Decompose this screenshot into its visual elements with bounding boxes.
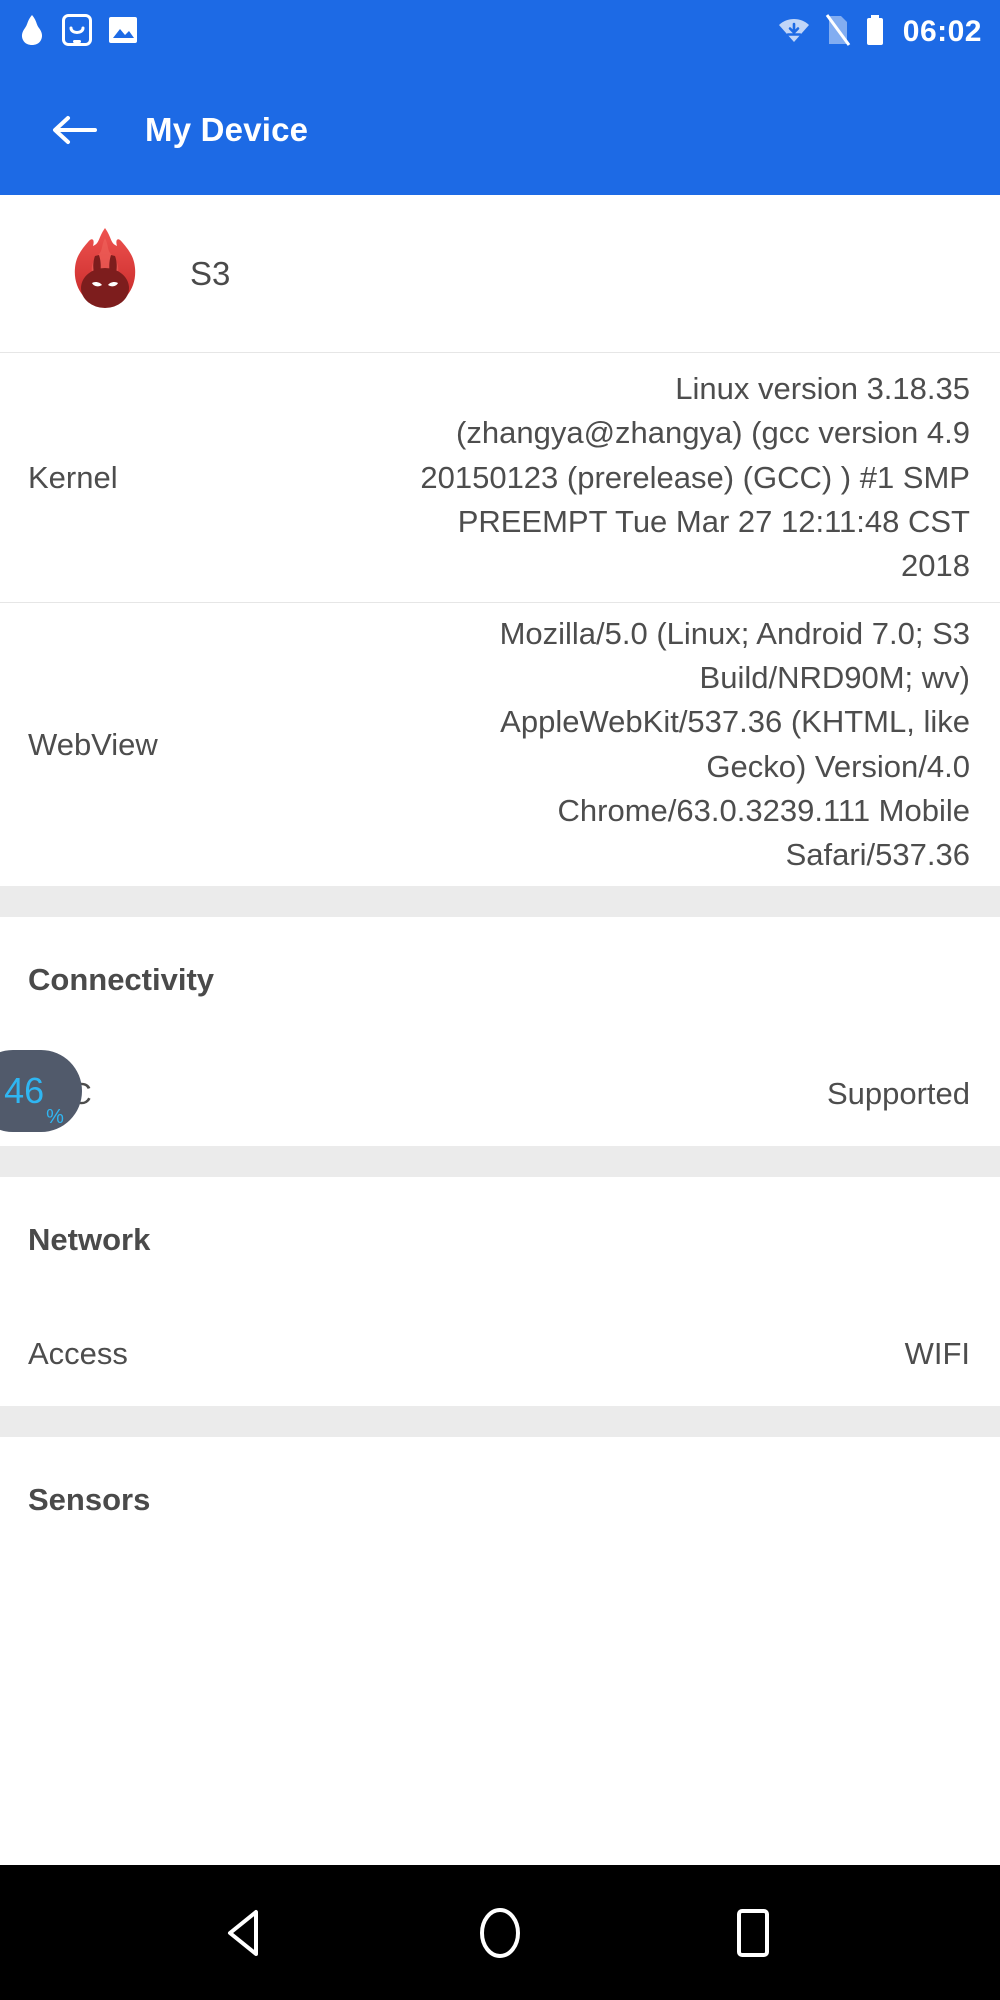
page-title: My Device (145, 110, 309, 148)
system-navigation-bar (0, 1865, 1000, 2000)
nav-back-triangle-icon (227, 1909, 258, 1956)
back-arrow-icon (53, 115, 97, 144)
section-title: Connectivity (28, 961, 215, 997)
row-key: Access (28, 1336, 128, 1371)
status-bar-system-icons: 06:02 (777, 13, 982, 51)
section-title: Sensors (28, 1481, 151, 1517)
nav-recents-button[interactable] (708, 1888, 798, 1978)
device-screen: 06:02 My Device S3 Kernel Linux version … (0, 0, 1000, 2000)
status-bar: 06:02 (0, 0, 1000, 64)
info-value: Linux version 3.18.35 (zhangya@zhangya) … (420, 371, 970, 583)
nav-home-button[interactable] (455, 1888, 545, 1978)
floating-memory-badge[interactable]: 46 % (0, 1050, 82, 1132)
section-separator-band (0, 1406, 1000, 1437)
back-button[interactable] (46, 102, 102, 158)
info-row-kernel[interactable]: Kernel Linux version 3.18.35 (zhangya@zh… (0, 353, 1000, 602)
nav-home-circle-icon (479, 1907, 520, 1958)
section-title: Network (28, 1221, 151, 1257)
no-sim-icon (825, 13, 851, 51)
smiley-app-icon (62, 13, 92, 51)
gallery-image-icon (108, 15, 138, 50)
row-access[interactable]: Access WIFI (0, 1302, 1000, 1406)
badge-unit: % (46, 1106, 64, 1128)
section-header-connectivity: Connectivity (0, 917, 1000, 1042)
content-scroll-area[interactable]: S3 Kernel Linux version 3.18.35 (zhangya… (0, 195, 1000, 1865)
section-separator-band (0, 886, 1000, 917)
nav-recents-square-icon (737, 1908, 770, 1957)
section-header-sensors: Sensors (0, 1437, 1000, 1562)
status-bar-notification-icons (18, 13, 138, 51)
device-header-row[interactable]: S3 (0, 195, 1000, 352)
antutu-flame-icon (18, 14, 46, 51)
device-name-label: S3 (190, 254, 231, 292)
row-nfc[interactable]: NFC Supported (0, 1042, 1000, 1146)
info-value: Mozilla/5.0 (Linux; Android 7.0; S3 Buil… (499, 616, 970, 872)
section-header-network: Network (0, 1177, 1000, 1302)
badge-value: 46 (4, 1070, 45, 1111)
app-bar: My Device (0, 64, 1000, 195)
row-value: Supported (826, 1076, 970, 1111)
antutu-logo-icon (62, 226, 148, 321)
section-separator-band (0, 1146, 1000, 1177)
status-bar-clock: 06:02 (902, 15, 982, 48)
nav-back-button[interactable] (202, 1888, 292, 1978)
info-label: WebView (28, 726, 158, 762)
info-label: Kernel (28, 459, 118, 495)
battery-icon (865, 14, 885, 51)
row-value: WIFI (904, 1336, 970, 1371)
sensors-section-body (0, 1562, 1000, 1674)
info-row-webview[interactable]: WebView Mozilla/5.0 (Linux; Android 7.0;… (0, 603, 1000, 886)
wifi-icon (777, 15, 811, 50)
